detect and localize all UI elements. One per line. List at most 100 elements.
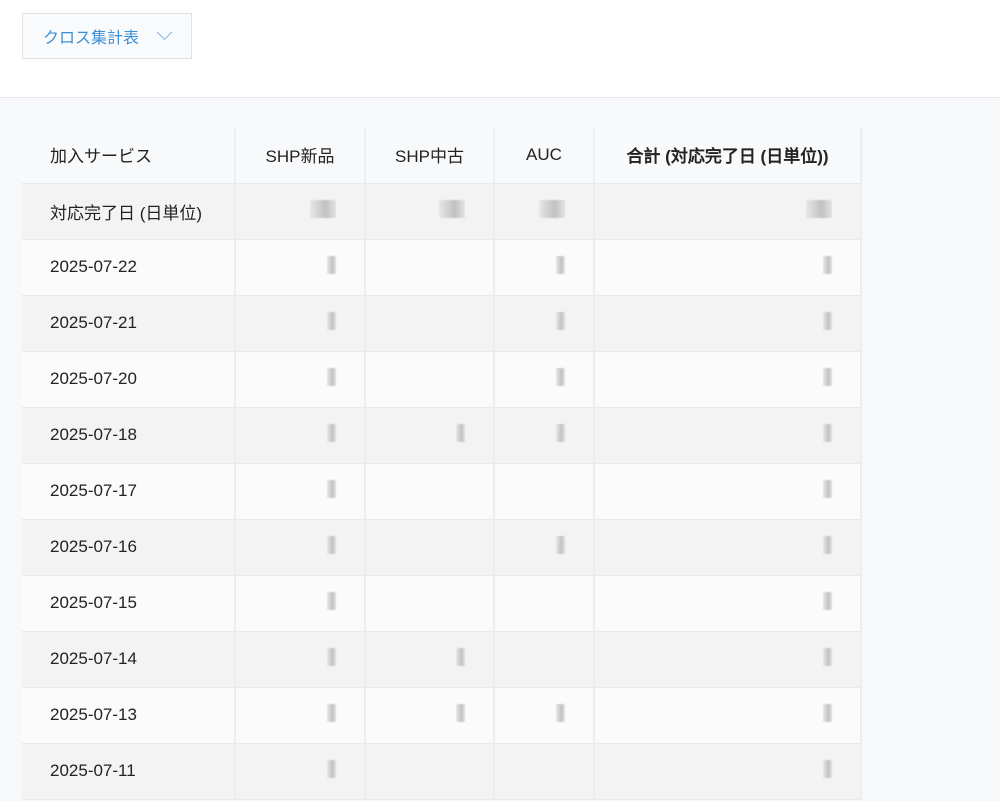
redacted-value — [327, 479, 336, 498]
row-label: 2025-07-16 — [22, 519, 236, 576]
row-label: 2025-07-21 — [22, 295, 236, 352]
redacted-value — [556, 423, 565, 442]
value-cell — [594, 183, 862, 240]
value-cell — [494, 463, 595, 520]
table-row: 2025-07-21 — [22, 295, 862, 352]
redacted-value — [327, 255, 336, 274]
chevron-down-icon — [156, 23, 173, 40]
value-cell — [235, 351, 366, 408]
redacted-value — [327, 591, 336, 610]
toolbar: クロス集計表 — [0, 0, 1000, 98]
value-cell — [365, 575, 495, 632]
redacted-value — [539, 199, 565, 218]
header-shp-new[interactable]: SHP新品 — [235, 127, 366, 184]
value-cell — [494, 295, 595, 352]
redacted-value — [806, 199, 832, 218]
summary-row: 対応完了日 (日単位) — [22, 183, 862, 240]
redacted-value — [456, 703, 465, 722]
redacted-value — [310, 199, 336, 218]
redacted-value — [823, 703, 832, 722]
table-row: 2025-07-20 — [22, 351, 862, 408]
redacted-value — [327, 311, 336, 330]
table-row: 2025-07-16 — [22, 519, 862, 576]
value-cell — [365, 239, 495, 296]
value-cell — [365, 519, 495, 576]
value-cell — [365, 407, 495, 464]
row-label: 2025-07-22 — [22, 239, 236, 296]
value-cell — [365, 295, 495, 352]
value-cell — [235, 687, 366, 744]
table-row: 2025-07-22 — [22, 239, 862, 296]
value-cell — [235, 519, 366, 576]
value-cell — [594, 351, 862, 408]
redacted-value — [556, 703, 565, 722]
header-auc[interactable]: AUC — [494, 127, 595, 184]
redacted-value — [556, 255, 565, 274]
value-cell — [494, 631, 595, 688]
header-shp-used[interactable]: SHP中古 — [365, 127, 495, 184]
value-cell — [365, 351, 495, 408]
table-row: 2025-07-18 — [22, 407, 862, 464]
redacted-value — [327, 703, 336, 722]
header-row: 加入サービス SHP新品 SHP中古 AUC 合計 (対応完了日 (日単位)) — [22, 127, 862, 184]
value-cell — [494, 407, 595, 464]
table-row: 2025-07-11 — [22, 743, 862, 800]
value-cell — [594, 687, 862, 744]
redacted-value — [327, 423, 336, 442]
redacted-value — [327, 647, 336, 666]
table-row: 2025-07-14 — [22, 631, 862, 688]
value-cell — [235, 239, 366, 296]
redacted-value — [439, 199, 465, 218]
value-cell — [365, 631, 495, 688]
pivot-table: 加入サービス SHP新品 SHP中古 AUC 合計 (対応完了日 (日単位)) … — [22, 127, 862, 800]
redacted-value — [823, 311, 832, 330]
row-label: 2025-07-15 — [22, 575, 236, 632]
redacted-value — [823, 759, 832, 778]
redacted-value — [327, 535, 336, 554]
view-type-label: クロス集計表 — [43, 30, 140, 47]
value-cell — [594, 295, 862, 352]
value-cell — [494, 183, 595, 240]
row-label: 2025-07-18 — [22, 407, 236, 464]
row-label: 対応完了日 (日単位) — [22, 183, 236, 240]
value-cell — [594, 407, 862, 464]
value-cell — [594, 519, 862, 576]
redacted-value — [327, 367, 336, 386]
pivot-table-area: 加入サービス SHP新品 SHP中古 AUC 合計 (対応完了日 (日単位)) … — [0, 98, 1000, 801]
redacted-value — [823, 423, 832, 442]
view-type-dropdown[interactable]: クロス集計表 — [22, 13, 192, 59]
row-label: 2025-07-11 — [22, 743, 236, 800]
value-cell — [594, 463, 862, 520]
value-cell — [365, 743, 495, 800]
value-cell — [494, 351, 595, 408]
row-label: 2025-07-13 — [22, 687, 236, 744]
table-row: 2025-07-13 — [22, 687, 862, 744]
value-cell — [235, 295, 366, 352]
redacted-value — [456, 423, 465, 442]
redacted-value — [823, 479, 832, 498]
value-cell — [235, 463, 366, 520]
value-cell — [494, 519, 595, 576]
value-cell — [494, 687, 595, 744]
redacted-value — [823, 535, 832, 554]
value-cell — [365, 183, 495, 240]
value-cell — [594, 631, 862, 688]
row-label: 2025-07-17 — [22, 463, 236, 520]
header-service[interactable]: 加入サービス — [22, 127, 236, 184]
header-total[interactable]: 合計 (対応完了日 (日単位)) — [594, 127, 862, 184]
value-cell — [365, 463, 495, 520]
row-label: 2025-07-20 — [22, 351, 236, 408]
value-cell — [494, 575, 595, 632]
value-cell — [594, 575, 862, 632]
value-cell — [594, 239, 862, 296]
value-cell — [365, 687, 495, 744]
value-cell — [494, 239, 595, 296]
redacted-value — [556, 311, 565, 330]
redacted-value — [823, 255, 832, 274]
value-cell — [494, 743, 595, 800]
value-cell — [594, 743, 862, 800]
redacted-value — [327, 759, 336, 778]
value-cell — [235, 183, 366, 240]
redacted-value — [456, 647, 465, 666]
redacted-value — [823, 647, 832, 666]
